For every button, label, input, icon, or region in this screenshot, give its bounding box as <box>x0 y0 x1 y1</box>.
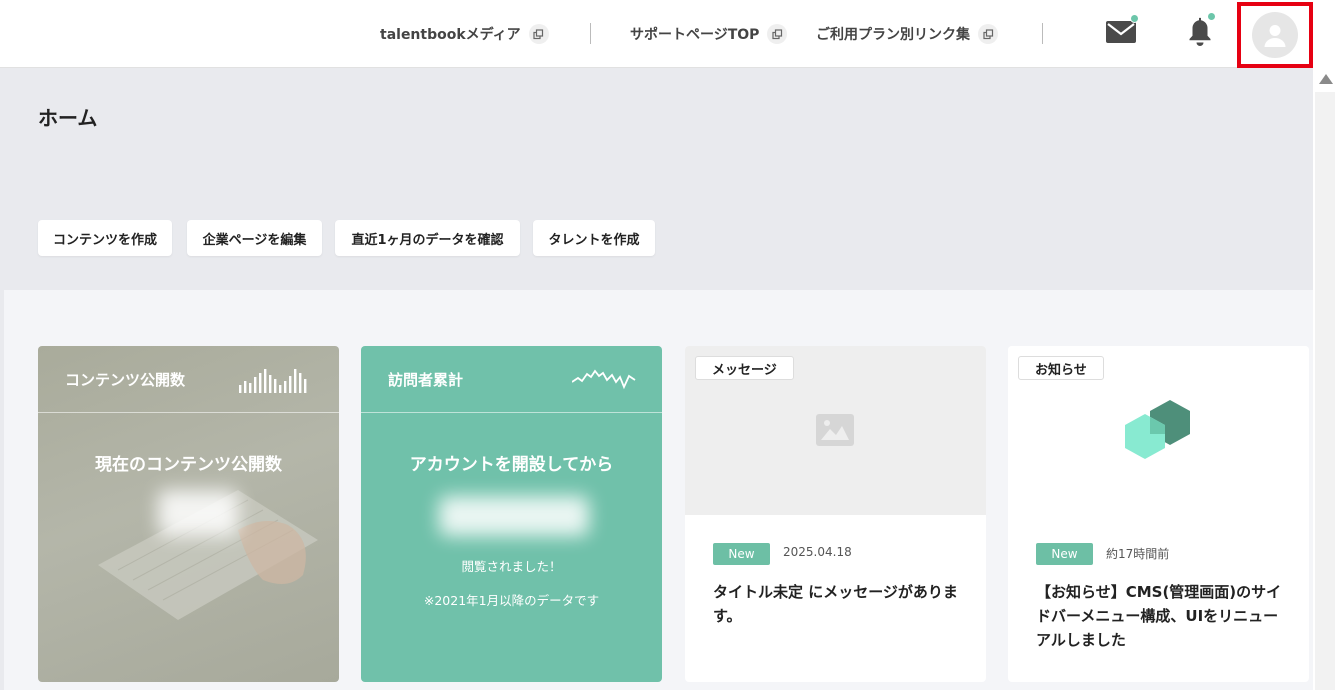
user-icon <box>1264 25 1286 47</box>
viewed-text: 閲覧されました！ <box>461 559 562 574</box>
external-link-icon <box>528 24 549 44</box>
line-chart-icon <box>572 369 636 390</box>
message-date: 2025.04.18 <box>783 545 852 559</box>
scrollbar[interactable] <box>1313 0 1337 690</box>
new-tag: New <box>713 543 770 565</box>
message-badge: メッセージ <box>695 356 794 380</box>
image-placeholder-icon <box>816 414 854 446</box>
notice-title: 【お知らせ】CMS(管理画面)のサイドバーメニュー構成、UIをリニューアルしまし… <box>1036 583 1282 649</box>
edit-company-page-button[interactable]: 企業ページを編集 <box>187 220 322 256</box>
page-title: ホーム <box>38 106 98 130</box>
notice-badge: お知らせ <box>1018 356 1104 380</box>
card-heading: アカウントを開設してから <box>409 455 614 475</box>
mail-unread-dot <box>1130 14 1139 23</box>
scroll-up-arrow-icon[interactable] <box>1319 74 1333 84</box>
create-talent-button[interactable]: タレントを作成 <box>533 220 655 256</box>
divider <box>590 23 591 44</box>
create-content-button[interactable]: コンテンツを作成 <box>38 220 172 256</box>
user-menu-button[interactable] <box>1237 2 1313 68</box>
view-monthly-data-button[interactable]: 直近1ヶ月のデータを確認 <box>335 220 520 256</box>
plan-links-link[interactable]: ご利用プラン別リンク集 <box>816 22 998 46</box>
divider <box>1042 23 1043 44</box>
external-link-icon <box>978 24 998 44</box>
external-link-icon <box>767 24 788 44</box>
blurred-count-value <box>158 490 238 536</box>
visitors-card[interactable]: 訪問者累計 アカウントを開設してから 閲覧されました！ ※2021年1月以降のデ… <box>361 346 662 682</box>
bar-chart-icon <box>239 369 307 393</box>
data-note: ※2021年1月以降のデータです <box>423 593 600 608</box>
notice-time: 約17時間前 <box>1106 547 1170 561</box>
new-tag: New <box>1036 543 1093 565</box>
mail-button[interactable] <box>1105 14 1139 49</box>
plan-links-label: ご利用プラン別リンク集 <box>816 27 970 43</box>
message-card[interactable]: メッセージ New 2025.04.18 タイトル未定 にメッセージがあります。 <box>685 346 986 682</box>
notification-button[interactable] <box>1184 12 1216 49</box>
support-top-label: サポートページTOP <box>630 27 760 43</box>
message-title: タイトル未定 にメッセージがあります。 <box>713 583 958 625</box>
blurred-visitor-value <box>439 496 589 536</box>
card-heading: 現在のコンテンツ公開数 <box>95 455 282 475</box>
notification-unread-dot <box>1207 12 1216 21</box>
card-header: 訪問者累計 <box>361 346 662 413</box>
cube-logo-icon <box>1125 400 1190 459</box>
scroll-track[interactable] <box>1315 92 1335 690</box>
card-header: コンテンツ公開数 <box>38 346 339 413</box>
content-count-card[interactable]: コンテンツ公開数 現在のコンテンツ公開数 <box>38 346 339 682</box>
card-title: 訪問者累計 <box>388 371 464 389</box>
card-title: コンテンツ公開数 <box>65 371 186 389</box>
talentbook-media-label: talentbookメディア <box>380 27 521 43</box>
support-top-link[interactable]: サポートページTOP <box>630 22 788 46</box>
talentbook-media-link[interactable]: talentbookメディア <box>380 22 549 46</box>
notice-card[interactable]: お知らせ New 約17時間前 【お知らせ】CMS(管理画面)のサイドバーメニュ… <box>1008 346 1309 682</box>
top-bar: talentbookメディア サポートページTOP ご利用プラン別リンク集 <box>0 0 1313 68</box>
avatar <box>1252 12 1298 58</box>
